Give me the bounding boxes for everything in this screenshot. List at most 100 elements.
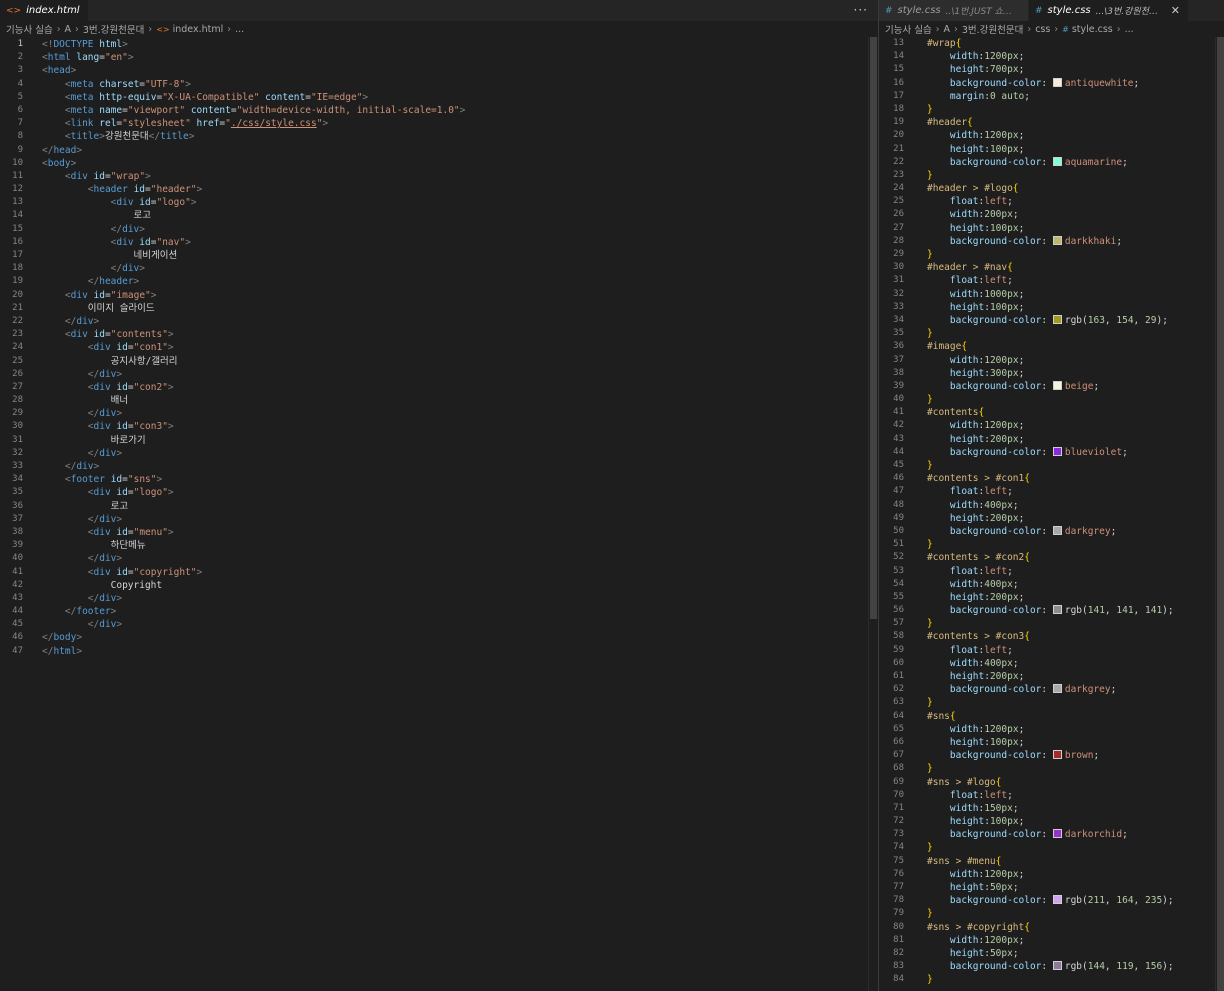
color-swatch-icon[interactable]	[1052, 961, 1062, 971]
css-property: background-color	[949, 684, 1042, 696]
line-number: 41	[893, 407, 904, 418]
css-property: background-color	[949, 605, 1042, 617]
code-token: >	[116, 513, 123, 525]
color-swatch-icon[interactable]	[1052, 684, 1062, 694]
code-text: }	[904, 973, 933, 986]
scrollbar-thumb[interactable]	[870, 37, 877, 619]
code-text: width:1200px;	[904, 934, 1024, 947]
line-number: 14	[12, 210, 23, 221]
color-swatch-icon[interactable]	[1052, 446, 1062, 456]
code-token: >	[76, 645, 83, 657]
breadcrumb-item[interactable]: 기능사 실습	[6, 22, 53, 36]
code-token: >	[150, 289, 157, 301]
css-unit: px	[1007, 354, 1019, 366]
code-token: body	[53, 632, 77, 644]
line-number: 47	[12, 645, 23, 656]
css-property: float	[949, 644, 979, 656]
code-line: 33 </div>	[0, 460, 878, 473]
color-swatch-icon[interactable]	[1052, 605, 1062, 615]
code-line: 30 #header > #nav{	[879, 261, 1224, 274]
code-text: #sns > #menu{	[904, 855, 1001, 868]
breadcrumb-item[interactable]: A	[944, 24, 951, 35]
breadcrumb-item[interactable]: index.html	[173, 24, 224, 35]
line-number: 26	[12, 368, 23, 379]
code-text: <link rel="stylesheet" href="./css/style…	[23, 117, 328, 130]
code-text: </head>	[23, 144, 82, 157]
color-swatch-icon[interactable]	[1052, 77, 1062, 87]
breadcrumb-item[interactable]: 3번.강원천문대	[83, 22, 145, 36]
color-swatch-icon[interactable]	[1052, 156, 1062, 166]
css-unit: px	[1007, 433, 1019, 445]
css-unit: px	[1007, 64, 1019, 76]
code-token: Copyright	[42, 579, 163, 591]
line-number: 43	[893, 433, 904, 444]
css-semicolon: ;	[1167, 605, 1174, 617]
css-property: height	[949, 816, 985, 828]
chevron-right-icon: ›	[1116, 23, 1121, 35]
css-number: 154	[1116, 314, 1134, 326]
code-line: 39 background-color: beige;	[879, 380, 1224, 393]
breadcrumb-item[interactable]: style.css	[1072, 24, 1113, 35]
code-line: 34 <footer id="sns">	[0, 473, 878, 486]
tab-index-html[interactable]: <> index.html	[0, 0, 89, 21]
breadcrumb-item[interactable]: 기능사 실습	[885, 22, 932, 36]
css-property: height	[949, 301, 985, 313]
vertical-scrollbar[interactable]	[1215, 37, 1224, 991]
close-icon[interactable]: ✕	[1171, 4, 1180, 17]
code-token: >	[167, 487, 174, 499]
breadcrumb-item[interactable]: css	[1035, 24, 1050, 35]
breadcrumb-item[interactable]: 3번.강원천문대	[962, 22, 1024, 36]
css-comma: ,	[1133, 314, 1145, 326]
color-swatch-icon[interactable]	[1052, 380, 1062, 390]
code-text: height:50px;	[904, 947, 1019, 960]
css-unit: px	[1007, 367, 1019, 379]
css-unit: px	[1001, 209, 1013, 221]
line-number: 18	[12, 263, 23, 274]
code-token: >	[110, 606, 117, 618]
code-line: 71 width:150px;	[879, 802, 1224, 815]
css-semicolon: ;	[1018, 143, 1025, 155]
css-code-editor[interactable]: 13 #wrap{14 width:1200px; 15 height:700px;…	[879, 37, 1224, 987]
tab-style-css-active[interactable]: # style.css ...\3번.강원천문대\... ✕	[1029, 0, 1189, 21]
line-number: 68	[893, 763, 904, 774]
breadcrumb-item[interactable]: A	[65, 24, 72, 35]
color-swatch-icon[interactable]	[1052, 829, 1062, 839]
tab-style-css-just[interactable]: # style.css ..\1번.JUST 쇼핑몰\...	[879, 0, 1029, 21]
code-token: >	[76, 632, 83, 644]
code-token: >	[167, 329, 174, 341]
css-semicolon: ;	[1133, 77, 1140, 89]
code-text: height:200px;	[904, 591, 1024, 604]
code-token: </	[42, 632, 54, 644]
css-semicolon: ;	[1012, 578, 1019, 590]
code-line: 11 <div id="wrap">	[0, 170, 878, 183]
color-swatch-icon[interactable]	[1052, 895, 1062, 905]
line-number: 69	[893, 776, 904, 787]
css-brace: }	[927, 394, 933, 406]
code-token: 로고	[42, 500, 129, 512]
code-text: width:1200px;	[904, 354, 1024, 367]
color-swatch-icon[interactable]	[1052, 525, 1062, 535]
html-code-editor[interactable]: 1 <!DOCTYPE html> 2 <html lang="en"> 3 <head>…	[0, 37, 878, 658]
scrollbar-thumb[interactable]	[1217, 37, 1224, 991]
css-number: 163	[1087, 314, 1105, 326]
breadcrumb-item[interactable]: ...	[1125, 24, 1134, 35]
line-number: 37	[12, 513, 23, 524]
color-swatch-icon[interactable]	[1052, 235, 1062, 245]
code-text: <!DOCTYPE html>	[23, 38, 128, 51]
code-line: 14 width:1200px;	[879, 50, 1224, 63]
color-swatch-icon[interactable]	[1052, 314, 1062, 324]
color-swatch-icon[interactable]	[1052, 750, 1062, 760]
html-file-icon: <>	[6, 5, 22, 16]
code-text: background-color: aquamarine;	[904, 156, 1128, 169]
css-function: rgb(	[1064, 314, 1088, 326]
vertical-scrollbar[interactable]	[868, 37, 877, 991]
more-actions-icon[interactable]: ···	[854, 3, 868, 17]
breadcrumb-item[interactable]: ...	[235, 24, 244, 35]
line-number: 58	[893, 631, 904, 642]
code-token: "en"	[104, 52, 128, 64]
